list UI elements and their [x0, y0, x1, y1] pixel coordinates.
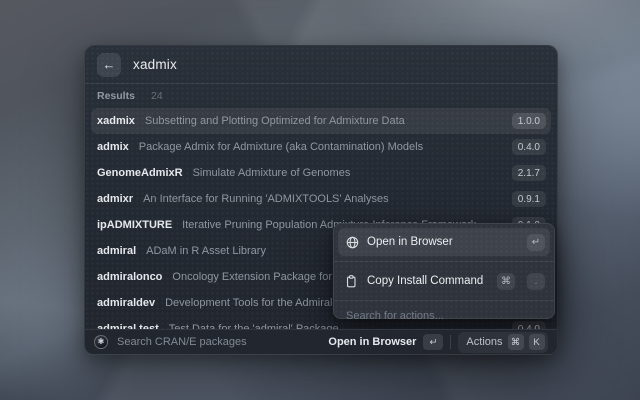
package-name: xadmix	[97, 115, 135, 127]
window-header: ← xadmix	[85, 46, 557, 84]
package-name: admiral	[97, 245, 137, 257]
footer-primary-label: Open in Browser	[328, 336, 417, 348]
package-description: ADaM in R Asset Library	[146, 245, 266, 257]
actions-menu: Open in Browser ↵ Copy Install Command ⌘…	[333, 223, 555, 322]
period-key-icon: .	[527, 272, 545, 290]
back-button[interactable]: ←	[97, 52, 121, 77]
menu-divider	[334, 300, 554, 301]
footer-search-input[interactable]: Search CRAN/E packages	[117, 336, 328, 348]
search-query-input[interactable]: xadmix	[133, 57, 177, 72]
desktop-wallpaper: ← xadmix Results 24 xadmix Subsetting an…	[0, 0, 640, 400]
footer-primary-action[interactable]: Open in Browser ↵	[328, 334, 444, 350]
package-name: admixr	[97, 193, 134, 205]
globe-icon	[345, 235, 359, 249]
results-label: Results	[97, 90, 135, 102]
footer-bar: ✱ Search CRAN/E packages Open in Browser…	[85, 329, 557, 354]
results-count: 24	[150, 90, 163, 102]
command-key-icon: ⌘	[507, 334, 524, 350]
package-description: Subsetting and Plotting Optimized for Ad…	[144, 115, 405, 127]
return-key-icon: ↵	[527, 233, 545, 251]
package-name: ipADMIXTURE	[97, 219, 173, 231]
return-key-icon: ↵	[423, 334, 444, 350]
actions-search-input[interactable]: Search for actions...	[338, 306, 550, 326]
menu-item-label: Copy Install Command	[367, 275, 484, 287]
k-key-icon: K	[528, 334, 545, 350]
arrow-left-icon: ←	[102, 56, 116, 72]
version-badge: 2.1.7	[511, 165, 546, 181]
actions-label: Actions	[466, 336, 503, 348]
list-item-admixr[interactable]: admixr An Interface for Running 'ADMIXTO…	[91, 186, 551, 212]
menu-divider	[334, 261, 554, 262]
actions-button[interactable]: Actions ⌘ K	[458, 331, 548, 353]
menu-item-copy-install-command[interactable]: Copy Install Command ⌘ .	[338, 267, 550, 295]
version-badge: 1.0.0	[511, 113, 546, 129]
menu-item-label: Open in Browser	[367, 236, 453, 248]
list-item-admix[interactable]: admix Package Admix for Admixture (aka C…	[91, 134, 551, 160]
version-badge: 0.9.1	[511, 191, 546, 207]
package-description: An Interface for Running 'ADMIXTOOLS' An…	[143, 193, 389, 205]
crane-logo-icon: ✱	[94, 335, 108, 349]
package-description: Package Admix for Admixture (aka Contami…	[138, 141, 424, 153]
list-item-genomeadmixr[interactable]: GenomeAdmixR Simulate Admixture of Genom…	[91, 160, 551, 186]
command-key-icon: ⌘	[497, 272, 515, 290]
version-badge: 0.4.0	[511, 139, 546, 155]
package-name: admiralonco	[97, 271, 163, 283]
package-description: Simulate Admixture of Genomes	[192, 167, 351, 179]
results-header: Results 24	[85, 84, 557, 108]
package-name: GenomeAdmixR	[97, 167, 183, 179]
footer-divider	[450, 335, 452, 349]
package-name: admix	[97, 141, 129, 153]
list-item-xadmix[interactable]: xadmix Subsetting and Plotting Optimized…	[91, 108, 551, 134]
menu-item-open-in-browser[interactable]: Open in Browser ↵	[338, 228, 550, 256]
package-name: admiraldev	[97, 297, 156, 309]
clipboard-icon	[345, 274, 359, 288]
